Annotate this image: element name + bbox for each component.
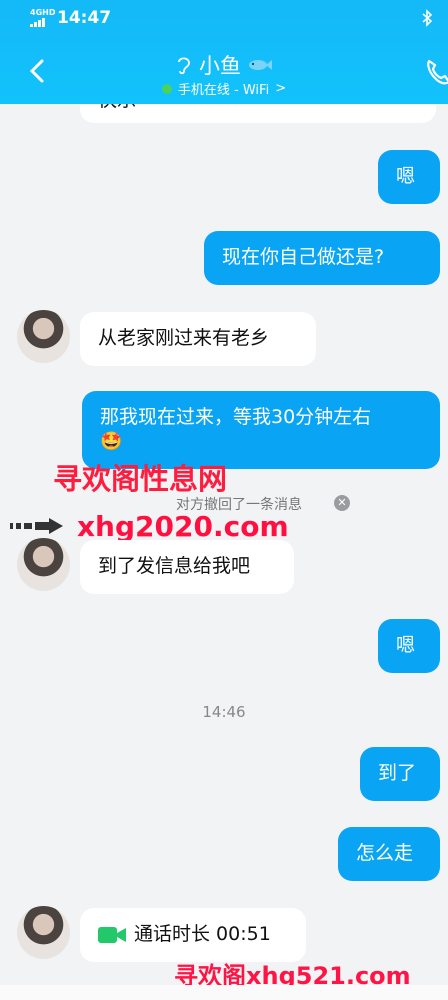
message-text: 嗯 [396, 165, 416, 187]
chevron-right-icon: > [275, 81, 287, 96]
online-dot-icon [161, 83, 172, 94]
call-duration-bubble[interactable]: 通话时长 00:51 [80, 908, 306, 962]
message-text: 嗯 [396, 634, 416, 656]
signal-indicator: 4GHD [30, 9, 55, 27]
chat-title[interactable]: 小鱼 [0, 50, 448, 80]
input-bar[interactable] [0, 985, 448, 1000]
close-icon[interactable]: ✕ [334, 495, 350, 511]
network-type: 4GHD [30, 8, 56, 17]
message-text: 通话时长 00:51 [134, 923, 271, 945]
online-status-text: 手机在线 - WiFi [177, 83, 270, 98]
message-bubble-received[interactable]: 从老家刚过来有老乡 [80, 312, 316, 366]
message-text: 怎么走 [356, 842, 414, 864]
contact-name: 小鱼 [199, 54, 241, 78]
message-text: 到了发信息给我吧 [98, 555, 251, 577]
message-bubble-sent[interactable]: 嗯 [378, 150, 440, 204]
avatar[interactable] [17, 310, 70, 363]
ear-icon [178, 57, 190, 75]
online-status[interactable]: 手机在线 - WiFi > [0, 79, 448, 98]
arrow-right-icon [10, 518, 63, 534]
message-text: 现在你自己做还是? [222, 246, 385, 268]
video-call-icon [98, 926, 126, 943]
watermark-middle: xhg2020.com [77, 510, 289, 543]
avatar[interactable] [17, 538, 70, 591]
fish-icon [249, 60, 272, 70]
message-text: 到了 [378, 762, 417, 784]
watermark-top: 寻欢阁性息网 [53, 462, 228, 496]
message-bubble-sent[interactable]: 现在你自己做还是? [204, 231, 440, 285]
message-text: 从老家刚过来有老乡 [98, 327, 270, 349]
avatar[interactable] [17, 906, 70, 959]
message-bubble-sent[interactable]: 到了 [360, 747, 440, 801]
message-text: 那我现在过来，等我30分钟左右 [100, 406, 372, 428]
chat-header: 4GHD 14:47 小鱼 手机在线 - WiFi > [0, 0, 448, 104]
message-bubble-sent[interactable]: 怎么走 [338, 827, 440, 881]
signal-bars-icon [30, 18, 55, 27]
phone-icon[interactable] [423, 57, 448, 87]
timestamp: 14:46 [202, 703, 246, 721]
message-bubble-sent[interactable]: 嗯 [378, 619, 440, 673]
star-eyes-emoji: 🤩 [100, 431, 123, 452]
status-time: 14:47 [57, 8, 112, 28]
message-bubble-received[interactable]: 到了发信息给我吧 [80, 540, 294, 594]
bluetooth-icon [422, 9, 433, 27]
